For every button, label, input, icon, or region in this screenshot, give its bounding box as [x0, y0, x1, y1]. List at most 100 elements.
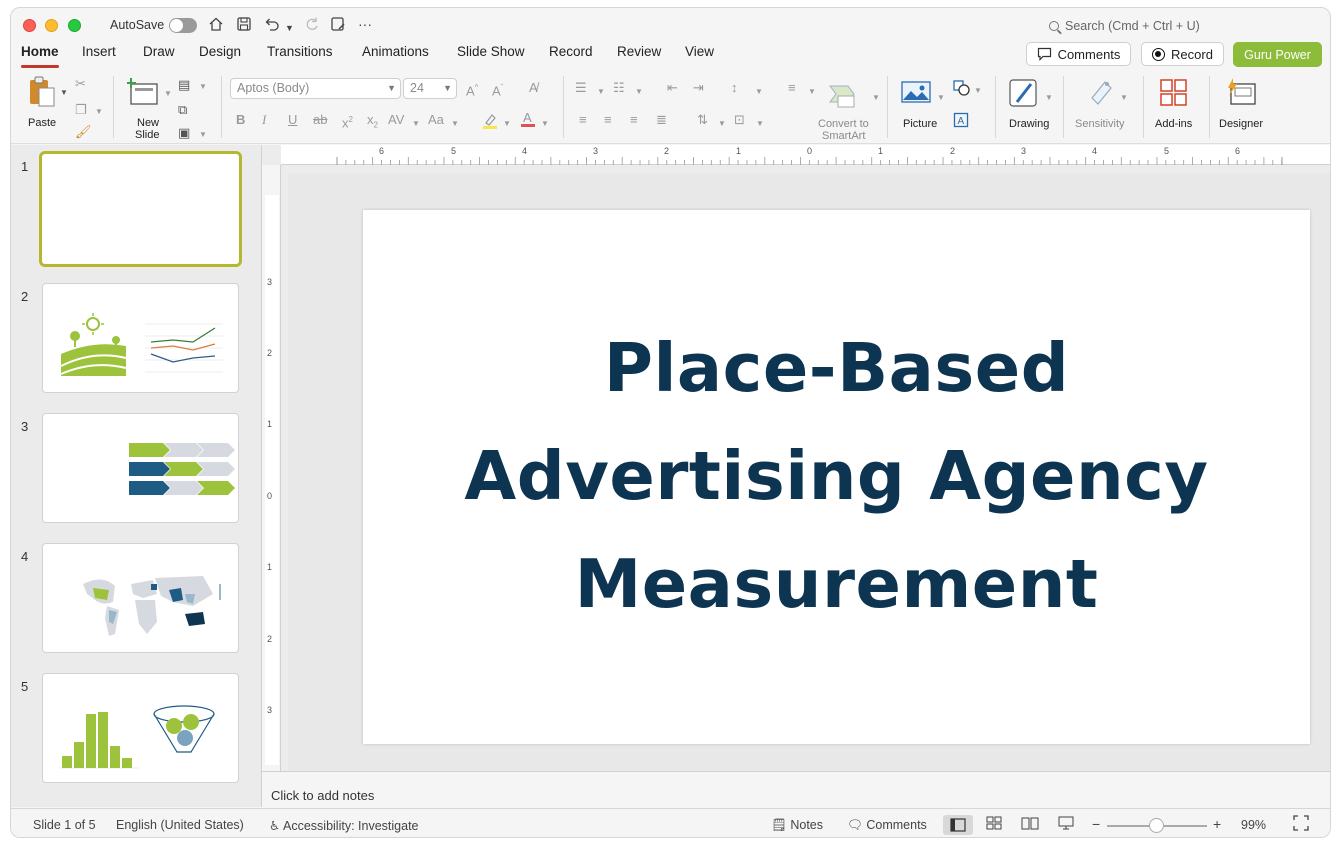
undo-icon[interactable] — [263, 16, 281, 37]
chevron-down-icon[interactable]: ▼ — [974, 83, 982, 99]
autosave-toggle[interactable] — [169, 18, 197, 33]
reading-view-icon[interactable] — [1021, 815, 1039, 834]
slide-thumbnail-2[interactable] — [42, 283, 239, 393]
tab-animations[interactable]: Animations — [362, 44, 429, 59]
chevron-down-icon[interactable]: ▼ — [541, 116, 549, 132]
slide-thumbnail-5[interactable] — [42, 673, 239, 783]
paste-button[interactable]: ▼ Paste — [23, 76, 68, 132]
section-dropdown-icon[interactable]: ▼ — [199, 127, 207, 143]
section-icon[interactable]: ▣ — [178, 125, 190, 141]
tab-review[interactable]: Review — [617, 44, 661, 59]
numbering-icon[interactable]: ☷ — [613, 80, 625, 96]
horizontal-ruler[interactable]: 6 5 4 3 2 1 0 1 2 3 4 5 6 — [281, 145, 1330, 165]
zoom-level[interactable]: 99% — [1241, 818, 1266, 832]
notes-pane[interactable]: Click to add notes — [262, 771, 1330, 807]
chevron-down-icon[interactable]: ▼ — [635, 84, 643, 100]
home-icon[interactable] — [208, 16, 224, 37]
zoom-out-icon[interactable]: − — [1092, 816, 1100, 832]
convert-smartart-button[interactable]: ▼ Convert to SmartArt — [816, 80, 882, 142]
guru-power-button[interactable]: Guru Power — [1233, 42, 1322, 67]
italic-icon[interactable]: I — [262, 112, 266, 128]
tab-insert[interactable]: Insert — [82, 44, 116, 59]
slideshow-view-icon[interactable] — [1057, 815, 1075, 834]
tab-view[interactable]: View — [685, 44, 714, 59]
align-text-icon[interactable]: ⊡ — [734, 112, 745, 128]
notes-toggle[interactable]: 🗒 Notes — [771, 818, 823, 833]
tab-transitions[interactable]: Transitions — [267, 44, 333, 59]
minimize-window-button[interactable] — [45, 19, 58, 32]
reset-slide-icon[interactable]: ⧉ — [178, 102, 187, 118]
cut-icon[interactable]: ✂ — [75, 76, 86, 92]
tab-record[interactable]: Record — [549, 44, 593, 59]
decrease-font-icon[interactable]: Aˇ — [492, 80, 503, 99]
layout-dropdown-icon[interactable]: ▼ — [199, 79, 207, 95]
tab-design[interactable]: Design — [199, 44, 241, 59]
bullets-icon[interactable]: ☰ — [575, 80, 587, 96]
slide-thumbnail-3[interactable] — [42, 413, 239, 523]
slide-thumbnail-pane[interactable]: 1 2 3 4 5 — [11, 145, 261, 807]
copy-dropdown-icon[interactable]: ▼ — [95, 104, 103, 120]
search-box[interactable]: Search (Cmd + Ctrl + U) — [1049, 19, 1200, 33]
text-box-icon[interactable]: A — [953, 112, 969, 132]
increase-font-icon[interactable]: A^ — [466, 80, 478, 99]
language-indicator[interactable]: English (United States) — [116, 818, 244, 832]
font-size-select[interactable]: 24 ▼ — [403, 78, 457, 99]
chevron-down-icon[interactable]: ▼ — [597, 84, 605, 100]
record-button[interactable]: Record — [1141, 42, 1224, 66]
strikethrough-icon[interactable]: ab — [313, 112, 327, 128]
slide-thumbnail-1[interactable] — [39, 151, 242, 267]
clear-formatting-icon[interactable]: A̸ — [529, 80, 538, 96]
slide-sorter-icon[interactable] — [986, 815, 1002, 834]
chevron-down-icon[interactable]: ▼ — [451, 116, 459, 132]
accessibility-status[interactable]: ♿ Accessibility: Investigate — [269, 818, 419, 833]
format-painter-icon[interactable]: 🖌 — [75, 124, 92, 140]
zoom-slider-knob[interactable] — [1149, 818, 1164, 833]
addins-button[interactable]: Add-ins — [1151, 78, 1201, 136]
change-case-icon[interactable]: Aa — [428, 112, 444, 128]
normal-view-button[interactable] — [943, 815, 973, 835]
tab-draw[interactable]: Draw — [143, 44, 175, 59]
underline-icon[interactable]: U — [288, 112, 297, 128]
save-icon[interactable] — [236, 16, 252, 37]
slide-canvas-area[interactable]: Place-Based Advertising Agency Measureme… — [288, 173, 1330, 771]
layout-icon[interactable]: ▤ — [178, 77, 190, 93]
drawing-button[interactable]: ▼ Drawing — [1005, 78, 1055, 136]
chevron-down-icon[interactable]: ▼ — [718, 116, 726, 132]
tab-home[interactable]: Home — [21, 44, 59, 68]
shapes-icon[interactable] — [953, 79, 971, 101]
tab-slide-show[interactable]: Slide Show — [457, 44, 525, 59]
highlight-icon[interactable] — [481, 112, 499, 134]
chevron-down-icon[interactable]: ▼ — [412, 116, 420, 132]
align-right-icon[interactable]: ≡ — [630, 112, 638, 128]
zoom-window-button[interactable] — [68, 19, 81, 32]
zoom-in-icon[interactable]: + — [1213, 816, 1221, 832]
fit-to-window-icon[interactable] — [1293, 815, 1309, 834]
save-as-icon[interactable] — [330, 16, 346, 37]
chevron-down-icon[interactable]: ▼ — [755, 84, 763, 100]
font-name-select[interactable]: Aptos (Body) ▼ — [230, 78, 401, 99]
font-color-icon[interactable]: A — [520, 110, 536, 132]
columns-icon[interactable]: ≡ — [788, 80, 796, 96]
more-options-icon[interactable]: ··· — [358, 15, 372, 33]
superscript-icon[interactable]: x2 — [342, 112, 353, 131]
designer-button[interactable]: Designer — [1217, 78, 1271, 136]
chevron-down-icon[interactable]: ▼ — [808, 84, 816, 100]
decrease-indent-icon[interactable]: ⇤ — [667, 80, 678, 96]
comments-toggle[interactable]: 🗨 Comments — [847, 818, 927, 833]
vertical-ruler[interactable]: 3 2 1 0 1 2 3 — [262, 165, 281, 771]
current-slide[interactable]: Place-Based Advertising Agency Measureme… — [363, 210, 1310, 744]
justify-icon[interactable]: ≣ — [656, 112, 667, 128]
line-spacing-icon[interactable]: ↕ — [731, 80, 738, 96]
sensitivity-button[interactable]: ▼ Sensitivity — [1073, 78, 1133, 136]
paste-dropdown-icon[interactable]: ▼ — [60, 88, 68, 97]
subscript-icon[interactable]: x2 — [367, 112, 378, 134]
new-slide-dropdown-icon[interactable]: ▼ — [164, 86, 172, 102]
bold-icon[interactable]: B — [236, 112, 245, 128]
comments-button[interactable]: Comments — [1026, 42, 1131, 66]
picture-button[interactable]: ▼ Picture — [899, 78, 949, 136]
chevron-down-icon[interactable]: ▼ — [756, 116, 764, 132]
chevron-down-icon[interactable]: ▼ — [503, 116, 511, 132]
copy-icon[interactable]: ❐ — [75, 102, 87, 118]
text-direction-icon[interactable]: ⇅ — [697, 112, 708, 128]
character-spacing-icon[interactable]: AV — [388, 112, 404, 128]
